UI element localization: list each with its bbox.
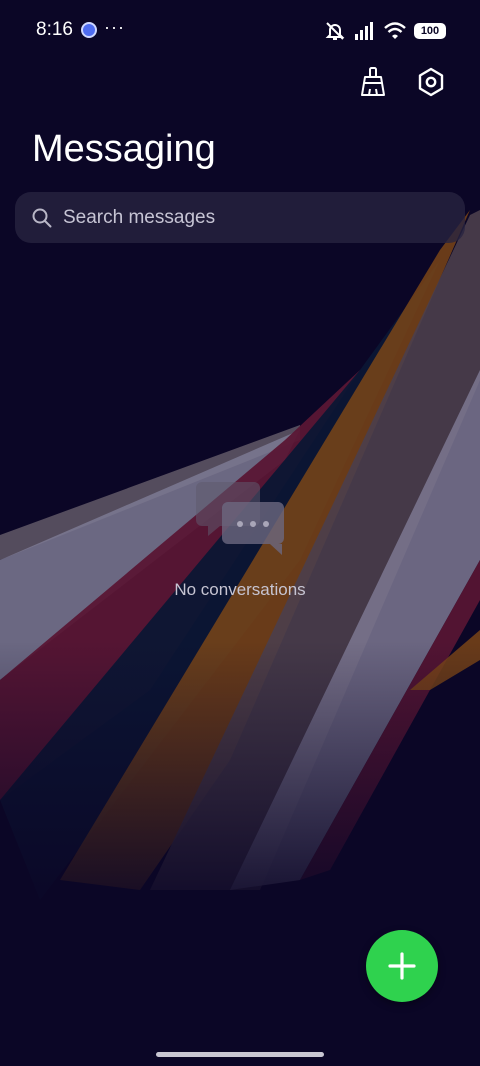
empty-state-label: No conversations [174, 580, 306, 599]
status-time: 8:16 [36, 19, 73, 40]
new-conversation-button[interactable] [366, 930, 438, 1002]
bell-muted-icon [325, 22, 345, 40]
more-notifications-icon: ··· [104, 17, 125, 37]
notification-app-icon [81, 22, 97, 38]
signal-icon [355, 22, 373, 40]
settings-hexagon-icon [418, 67, 444, 97]
page-title: Messaging [32, 128, 216, 170]
home-indicator[interactable] [156, 1052, 324, 1057]
wifi-icon [384, 22, 406, 39]
battery-indicator: 100 [414, 23, 446, 39]
broom-icon [361, 67, 385, 96]
search-icon [32, 208, 52, 227]
chat-bubbles-icon [196, 482, 284, 555]
status-icons: 100 [324, 20, 446, 42]
search-input[interactable] [63, 206, 423, 229]
clean-button[interactable] [355, 64, 391, 100]
search-bar[interactable] [15, 192, 465, 243]
status-bar: 8:16 ··· 100 [0, 0, 480, 60]
plus-icon [388, 952, 416, 980]
settings-button[interactable] [413, 64, 449, 100]
